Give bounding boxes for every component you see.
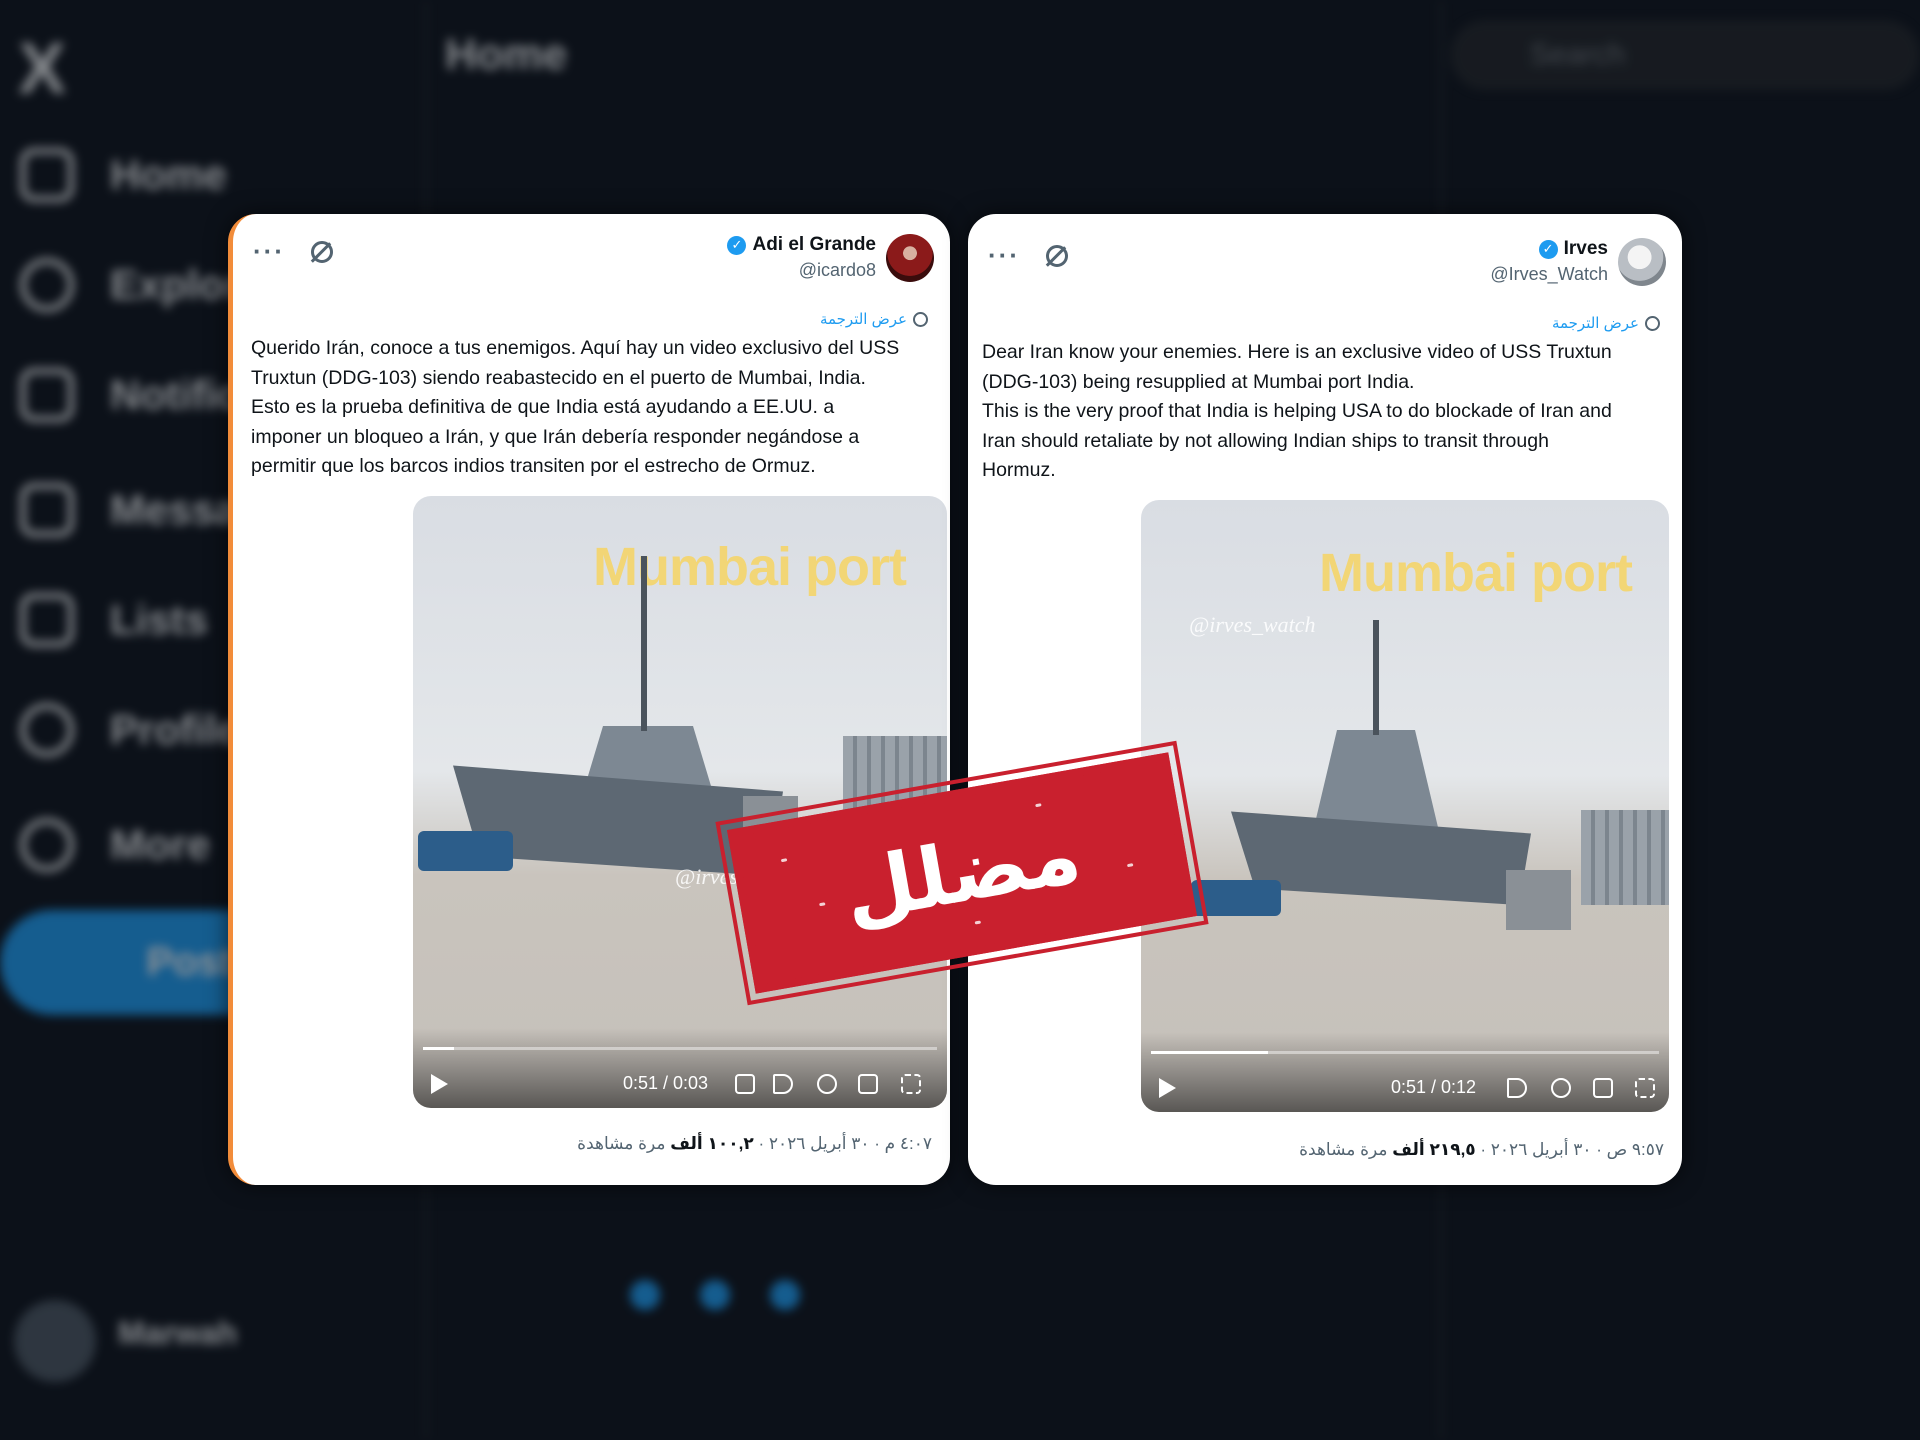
volume-icon[interactable] [773, 1074, 793, 1094]
stamp-label: مضلل [836, 807, 1088, 939]
verified-badge-icon: ✓ [1538, 239, 1558, 259]
video-controls [1141, 1032, 1669, 1112]
video-caption: Mumbai port [1319, 543, 1633, 603]
nav-label: More [110, 821, 211, 868]
tweet-timestamp: ٤:٠٧ م · ٣٠ أبريل ٢٠٢٦ · [758, 1134, 932, 1153]
nav-label: Home [110, 151, 227, 198]
tweet-actions: ··· [988, 240, 1068, 271]
fullscreen-icon[interactable] [901, 1074, 921, 1094]
avatar[interactable] [886, 234, 934, 282]
translate-icon [1645, 315, 1660, 331]
tweet-text: Querido Irán, conoce a tus enemigos. Aqu… [251, 337, 900, 477]
translate-label: عرض الترجمة [1551, 315, 1639, 332]
translate-icon [913, 311, 928, 327]
verified-badge-icon: ✓ [727, 235, 747, 255]
more-circle-icon [20, 818, 74, 872]
display-name: Adi el Grande [752, 234, 876, 255]
video-progress-fill [1151, 1051, 1268, 1054]
nav-more[interactable]: More [20, 815, 210, 875]
views-label: مرة مشاهدة [1299, 1140, 1388, 1159]
settings-icon[interactable] [1551, 1078, 1571, 1098]
show-translation-link[interactable]: عرض الترجمة [820, 310, 928, 328]
tweet-meta: ٩:٥٧ ص · ٣٠ أبريل ٢٠٢٦ · ٢١٩,٥ ألف مرة م… [1299, 1140, 1664, 1160]
views-label: مرة مشاهدة [577, 1134, 666, 1153]
person-icon [20, 703, 74, 757]
search-input[interactable]: Search [1450, 20, 1920, 90]
video-watermark: @irves [675, 864, 739, 889]
user-handle: @icardo8 [798, 260, 876, 280]
bell-icon [20, 368, 74, 422]
mail-icon [20, 483, 74, 537]
video-player[interactable]: Mumbai port @irves 0:51 / 0:03 [413, 496, 947, 1108]
pip-icon[interactable] [1593, 1078, 1613, 1098]
fullscreen-icon[interactable] [1635, 1078, 1655, 1098]
settings-icon[interactable] [817, 1074, 837, 1094]
user-handle: @Irves_Watch [1490, 264, 1608, 284]
tweet-card: ··· ✓ Adi el Grande @icardo8 عرض الترجمة … [228, 214, 950, 1185]
video-caption: Mumbai port [593, 537, 907, 597]
grok-icon[interactable] [1045, 244, 1068, 267]
video-watermark: @irves_watch [1189, 612, 1316, 637]
nav-profile[interactable]: Profile [20, 700, 241, 760]
tweet-author[interactable]: ✓ Irves @Irves_Watch [1490, 238, 1666, 286]
captions-icon[interactable] [735, 1074, 755, 1094]
tweet-meta: ٤:٠٧ م · ٣٠ أبريل ٢٠٢٦ · ١٠٠,٢ ألف مرة م… [577, 1134, 932, 1154]
tweet-text: Dear Iran know your enemies. Here is an … [982, 341, 1612, 481]
avatar[interactable] [14, 1300, 96, 1382]
view-count: ٢١٩,٥ ألف [1392, 1140, 1476, 1159]
video-controls [413, 1028, 947, 1108]
nav-label: Lists [110, 596, 209, 643]
nav-lists[interactable]: Lists [20, 590, 208, 650]
nav-home[interactable]: Home [20, 145, 227, 205]
tweet-card: ··· ✓ Irves @Irves_Watch عرض الترجمة Dear… [968, 214, 1682, 1185]
tugboat [418, 831, 513, 871]
home-icon [20, 148, 74, 202]
list-icon [20, 593, 74, 647]
truck [1506, 870, 1571, 930]
more-icon[interactable]: ··· [253, 236, 285, 267]
video-progress-bar[interactable] [423, 1047, 937, 1050]
ship-mast [641, 556, 647, 731]
tweet-timestamp: ٩:٥٧ ص · ٣٠ أبريل ٢٠٢٦ · [1480, 1140, 1664, 1159]
video-progress-fill [423, 1047, 454, 1050]
display-name: Irves [1563, 238, 1608, 259]
building [1581, 810, 1669, 905]
page-title: Home [445, 30, 568, 79]
video-time: 0:51 / 0:12 [1391, 1077, 1477, 1097]
video-player[interactable]: Mumbai port @irves_watch 0:51 / 0:12 [1141, 500, 1669, 1112]
tweet-author[interactable]: ✓ Adi el Grande @icardo8 [727, 234, 934, 282]
search-icon [20, 258, 74, 312]
tweet-actions: ··· [253, 236, 333, 267]
pip-icon[interactable] [858, 1074, 878, 1094]
view-count: ١٠٠,٢ ألف [670, 1134, 754, 1153]
play-icon[interactable] [431, 1074, 448, 1094]
ship-mast [1373, 620, 1379, 735]
translate-label: عرض الترجمة [819, 311, 907, 328]
account-name: Marwah [118, 1315, 238, 1351]
x-logo: X [18, 29, 67, 109]
grok-icon[interactable] [310, 240, 333, 263]
avatar[interactable] [1618, 238, 1666, 286]
show-translation-link[interactable]: عرض الترجمة [1552, 314, 1660, 332]
more-icon[interactable]: ··· [988, 240, 1020, 271]
nav-label: Profile [110, 706, 241, 753]
play-icon[interactable] [1159, 1078, 1176, 1098]
loading-dots [630, 1280, 800, 1310]
tugboat [1191, 880, 1281, 916]
video-progress-bar[interactable] [1151, 1051, 1659, 1054]
volume-icon[interactable] [1507, 1078, 1527, 1098]
video-time: 0:51 / 0:03 [623, 1073, 709, 1093]
